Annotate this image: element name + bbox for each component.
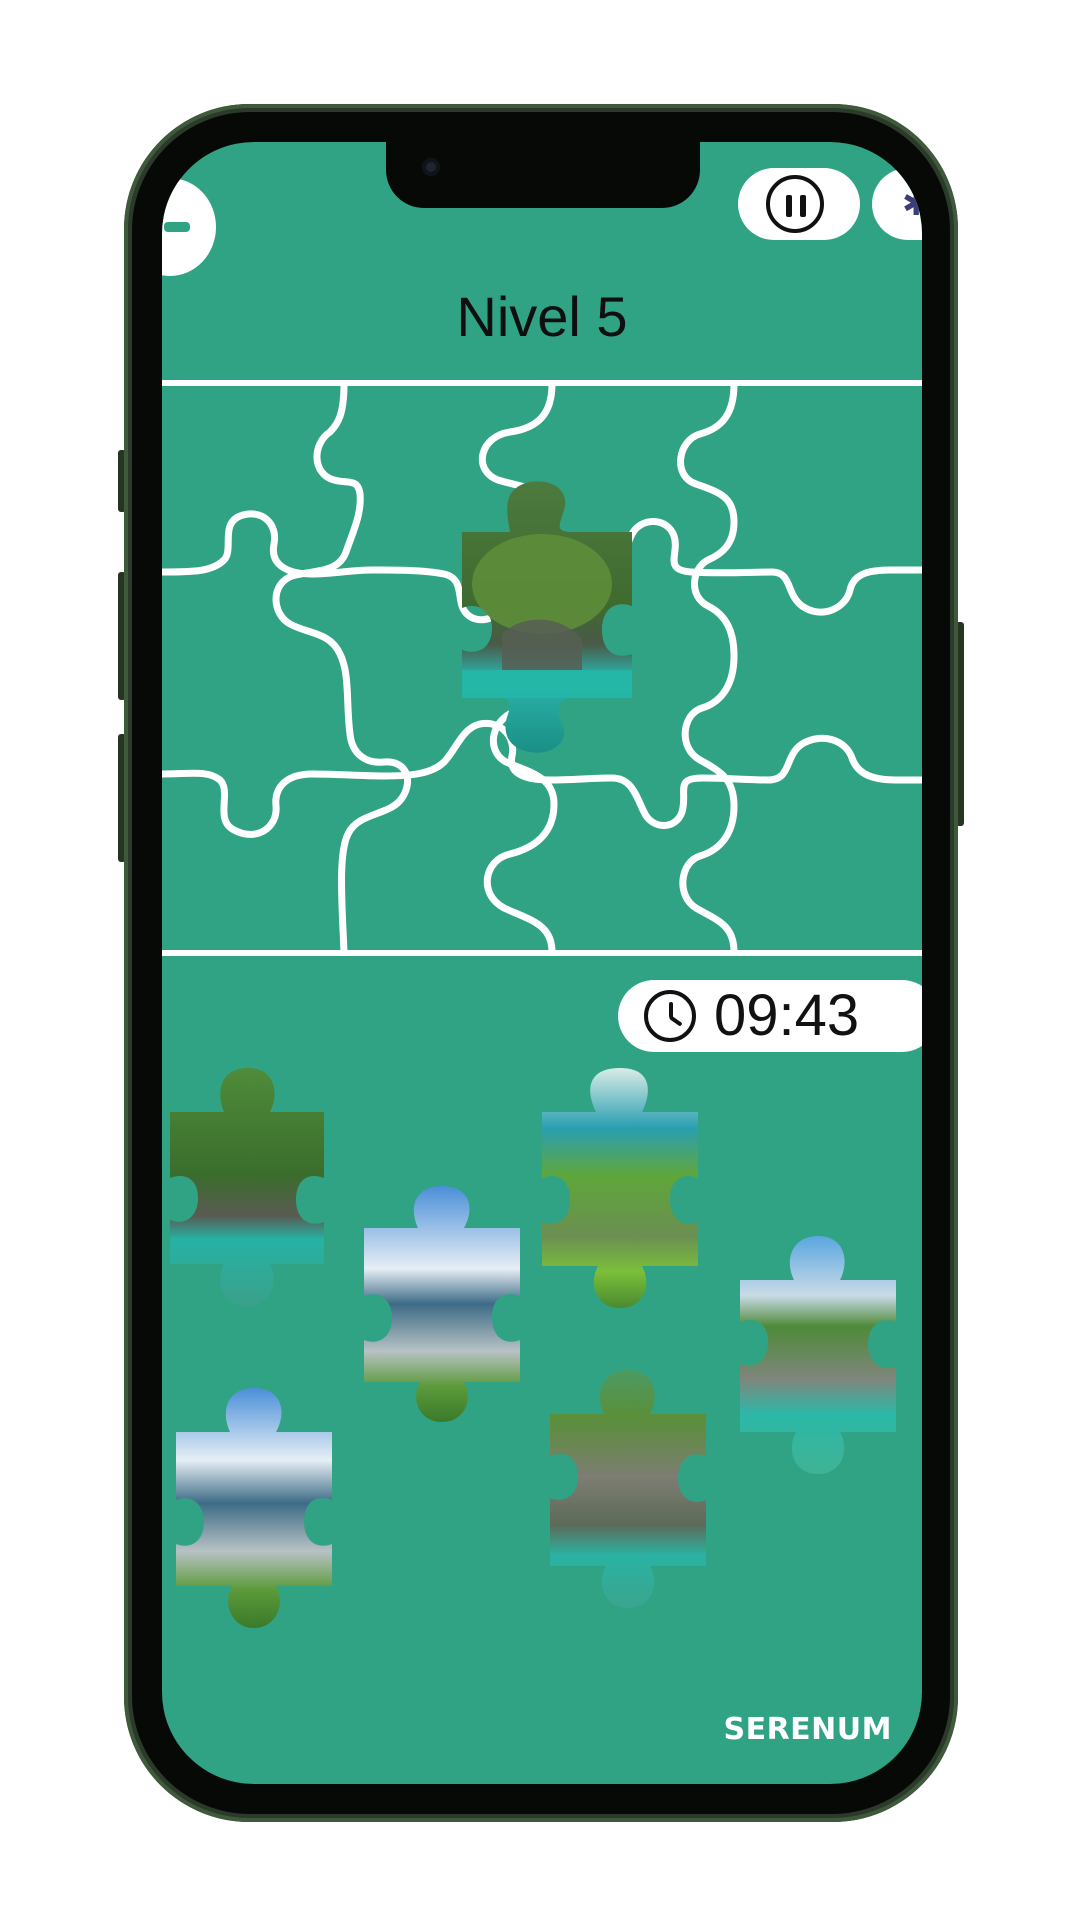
front-camera <box>422 158 440 176</box>
clock-icon <box>644 990 696 1042</box>
pause-icon <box>766 175 824 233</box>
back-icon <box>164 222 190 232</box>
timer-value: 09:43 <box>714 983 860 1048</box>
notch <box>386 142 700 208</box>
loose-piece[interactable] <box>176 1388 336 1640</box>
timer: 09:43 <box>618 980 922 1052</box>
settings-button[interactable]: ✱ <box>872 168 922 240</box>
pause-button[interactable] <box>738 168 860 240</box>
game-screen: ✱ Nivel 5 09:43 SERENUM <box>162 142 922 1784</box>
brand-logo: SERENUM <box>723 1712 892 1747</box>
board-bottom-border <box>162 950 922 956</box>
puzzle-board[interactable] <box>162 384 922 952</box>
loose-piece[interactable] <box>740 1236 900 1488</box>
level-title: Nivel 5 <box>456 285 628 348</box>
loose-piece[interactable] <box>170 1068 330 1320</box>
loose-piece[interactable] <box>550 1370 710 1622</box>
loose-piece[interactable] <box>364 1186 524 1426</box>
loose-piece[interactable] <box>542 1068 702 1320</box>
back-button[interactable] <box>162 178 216 276</box>
gear-icon: ✱ <box>902 184 922 224</box>
